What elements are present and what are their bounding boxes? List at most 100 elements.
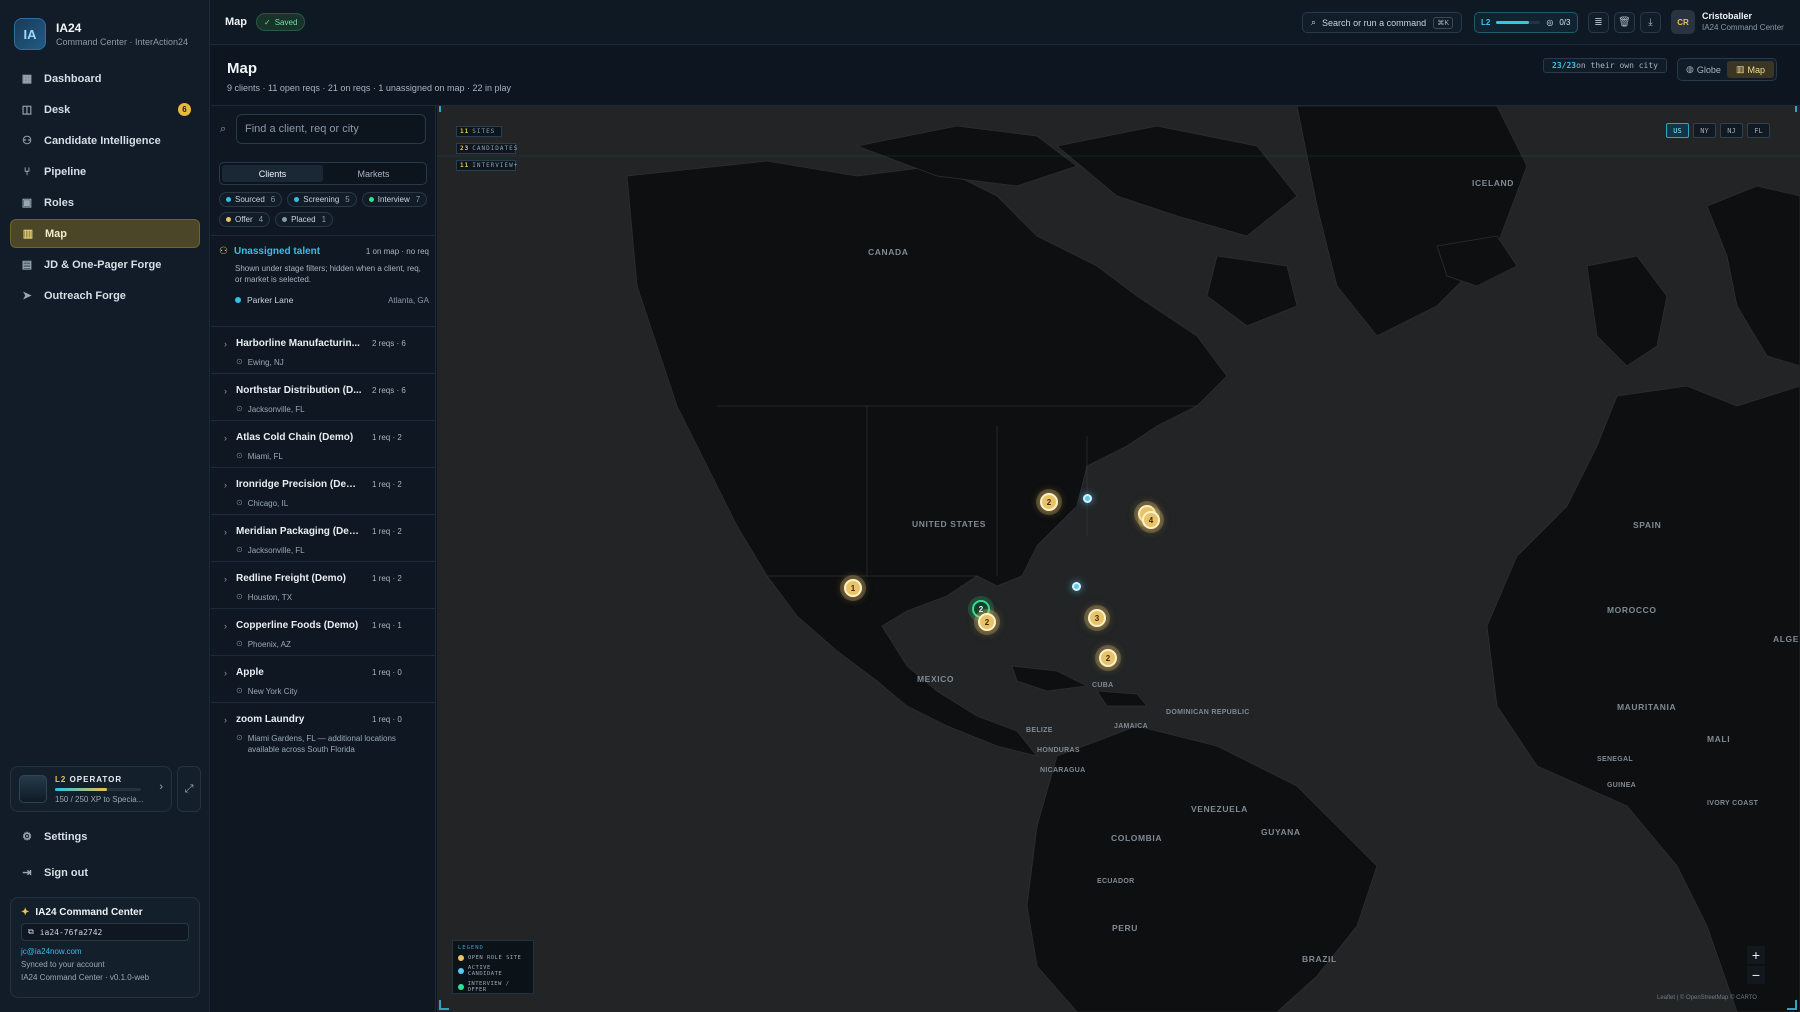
zoom-out-button[interactable]: − xyxy=(1747,966,1765,984)
client-row[interactable]: › Meridian Packaging (Demo) 1 req · 2 ⊙ J… xyxy=(211,514,436,561)
users-icon: ⚇ xyxy=(22,135,32,147)
client-panel: ⌕ Find a client, req or city Clients Mar… xyxy=(211,106,436,1012)
region-tab[interactable]: FL xyxy=(1747,123,1770,138)
client-meta: 1 req · 2 xyxy=(372,480,402,489)
client-meta: 2 reqs · 6 xyxy=(372,386,406,395)
region-tab[interactable]: NJ xyxy=(1720,123,1743,138)
map-label-ecuador: ECUADOR xyxy=(1097,878,1135,885)
location-pin-icon: ⊙ xyxy=(236,357,243,366)
account-email[interactable]: jc@ia24now.com xyxy=(21,947,189,956)
unassigned-person[interactable]: Parker Lane Atlanta, GA xyxy=(235,295,429,305)
user-avatar[interactable]: CR xyxy=(1671,10,1695,34)
client-row[interactable]: › Harborline Manufacturin... 2 reqs · 6 … xyxy=(211,326,436,373)
nav-item-dashboard[interactable]: ▦ Dashboard xyxy=(10,64,200,93)
gear-icon: ⚙ xyxy=(22,831,32,843)
tab-markets[interactable]: Markets xyxy=(323,165,424,182)
map-cluster-marker[interactable]: 2 xyxy=(1040,493,1058,511)
legend-title: LEGEND xyxy=(458,945,484,951)
zoom-in-button[interactable]: + xyxy=(1747,946,1765,964)
page-title: Map xyxy=(227,60,257,77)
client-row[interactable]: › Northstar Distribution (D... 2 reqs · … xyxy=(211,373,436,420)
frame-corner xyxy=(439,106,449,112)
command-search[interactable]: ⌕ Search or run a command ⌘K xyxy=(1302,12,1462,33)
client-meta: 1 req · 2 xyxy=(372,433,402,442)
stage-count: 5 xyxy=(345,195,350,204)
globe-view-button[interactable]: ◍ Globe xyxy=(1680,61,1727,78)
stage-filter-chip[interactable]: Offer 4 xyxy=(219,212,271,227)
stage-filter-chip[interactable]: Screening 5 xyxy=(287,192,357,207)
level-progress-pill[interactable]: L2 ◎ 0/3 xyxy=(1474,12,1578,33)
xp-progress-fill xyxy=(55,787,107,791)
sign-out-label: Sign out xyxy=(44,866,88,879)
breadcrumb: Map xyxy=(225,16,247,28)
frame-corner xyxy=(1787,1000,1797,1010)
account-title: ✦ IA24 Command Center xyxy=(21,907,143,918)
search-icon: ⌕ xyxy=(1311,17,1317,27)
quest-count: 0/3 xyxy=(1559,18,1571,27)
panel-icon: ◫ xyxy=(21,104,33,116)
operator-card[interactable]: L2 OPERATOR 150 / 250 XP to Specia... › xyxy=(10,766,172,812)
download-button[interactable]: ⤓ xyxy=(1640,12,1661,33)
level-progress-fill xyxy=(1496,21,1530,24)
client-name: Redline Freight (Demo) xyxy=(236,573,347,584)
map-cluster-marker[interactable]: 1 xyxy=(844,579,862,597)
nav-item-desk[interactable]: ◫ Desk 6 xyxy=(10,95,200,124)
sign-out-link[interactable]: ⇥ Sign out xyxy=(20,866,88,880)
region-tab[interactable]: US xyxy=(1666,123,1689,138)
expand-button[interactable]: ⤢ xyxy=(177,766,201,812)
stage-count: 4 xyxy=(258,215,264,224)
nav-item-map[interactable]: ▥ Map xyxy=(10,219,200,248)
own-city-indicator: 23/23 on their own city xyxy=(1543,58,1667,73)
person-city: Atlanta, GA xyxy=(388,295,429,305)
grid-icon: ▦ xyxy=(21,73,33,85)
candidate-marker[interactable] xyxy=(1082,493,1092,503)
sync-status: Synced to your account xyxy=(21,960,105,969)
client-row[interactable]: › Copperline Foods (Demo) 1 req · 1 ⊙ Pho… xyxy=(211,608,436,655)
map-label-peru: PERU xyxy=(1112,923,1139,933)
settings-link[interactable]: ⚙ Settings xyxy=(20,830,87,844)
region-tab[interactable]: NY xyxy=(1693,123,1716,138)
client-row[interactable]: › Ironridge Precision (Demo) 1 req · 2 ⊙… xyxy=(211,467,436,514)
nav-item-candidate-intelligence[interactable]: ⚇ Candidate Intelligence xyxy=(10,126,200,155)
map-view-button[interactable]: ▥ Map xyxy=(1727,61,1774,78)
map-cluster-marker[interactable]: 3 xyxy=(1088,609,1106,627)
hud-interview: 11 INTERVIEW+ xyxy=(456,160,517,171)
candidate-marker[interactable] xyxy=(1071,581,1081,591)
nav-label: Desk xyxy=(44,103,71,116)
stage-filter-chip[interactable]: Interview 7 xyxy=(361,192,428,207)
stage-label: Placed xyxy=(291,215,316,224)
stage-filter-chip[interactable]: Sourced 6 xyxy=(219,192,283,207)
client-row[interactable]: › zoom Laundry 1 req · 0 ⊙ Miami Gardens,… xyxy=(211,702,436,760)
nav-item-roles[interactable]: ▣ Roles xyxy=(10,188,200,217)
target-icon: ◎ xyxy=(1546,18,1554,27)
divider xyxy=(211,235,436,236)
brand[interactable]: IA IA24 Command Center · InterAction24 xyxy=(14,18,188,50)
map-cluster-marker[interactable]: 2 xyxy=(1099,649,1117,667)
trash-icon: 🗑 xyxy=(1618,17,1631,28)
unassigned-talent-section[interactable]: ⚇ Unassigned talent 1 on map · no req Sh… xyxy=(219,246,429,305)
download-icon: ⤓ xyxy=(1648,17,1653,28)
client-search-input[interactable]: Find a client, req or city xyxy=(236,114,426,144)
tab-clients[interactable]: Clients xyxy=(222,165,323,182)
client-row[interactable]: › Atlas Cold Chain (Demo) 1 req · 2 ⊙ Mia… xyxy=(211,420,436,467)
client-location: Jacksonville, FL xyxy=(247,405,305,414)
trash-button[interactable]: 🗑 xyxy=(1614,12,1635,33)
map-cluster-marker[interactable]: 2 xyxy=(978,613,996,631)
map-attribution[interactable]: Leaflet | © OpenStreetMap © CARTO xyxy=(1657,995,1757,1001)
account-id-field[interactable]: ⧉ ia24-76fa2742 xyxy=(21,923,189,941)
desk-count-badge: 6 xyxy=(178,103,191,116)
nav-item-jd-forge[interactable]: ▤ JD & One-Pager Forge xyxy=(10,250,200,279)
client-row[interactable]: › Apple 1 req · 0 ⊙ New York City xyxy=(211,655,436,702)
map-canvas[interactable]: 11 SITES 23 CANDIDATES 11 INTERVIEW+ US NY NJ… xyxy=(437,106,1800,1012)
nav-item-pipeline[interactable]: ⑂ Pipeline xyxy=(10,157,200,186)
copy-icon: ⧉ xyxy=(28,927,34,936)
client-meta: 1 req · 2 xyxy=(372,574,402,583)
database-button[interactable]: ≣ xyxy=(1588,12,1609,33)
client-meta: 1 req · 1 xyxy=(372,621,402,630)
client-row[interactable]: › Redline Freight (Demo) 1 req · 2 ⊙ Hous… xyxy=(211,561,436,608)
nav-label: Pipeline xyxy=(44,165,87,178)
map-cluster-marker[interactable]: 4 xyxy=(1142,511,1160,529)
nav-item-outreach-forge[interactable]: ➤ Outreach Forge xyxy=(10,281,200,310)
xp-progress-bar xyxy=(55,787,141,791)
stage-filter-chip[interactable]: Placed 1 xyxy=(275,212,334,227)
